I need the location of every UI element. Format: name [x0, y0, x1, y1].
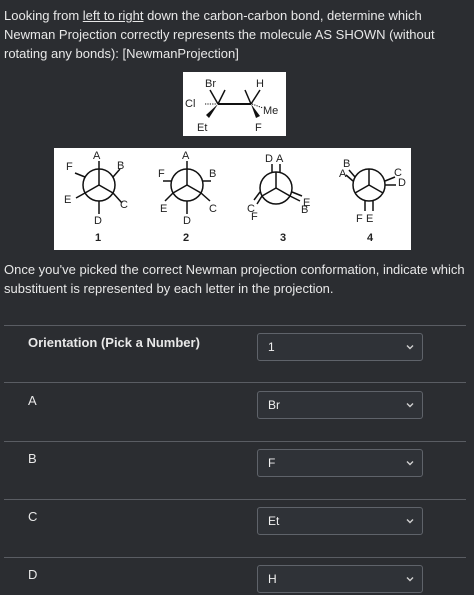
atom-me: Me [263, 105, 278, 117]
proj3-label-a: A [276, 153, 284, 165]
select-d-value: H [268, 572, 277, 586]
divider [4, 441, 466, 442]
proj4-label-f: F [356, 213, 363, 225]
proj2-label-c: C [209, 203, 217, 215]
proj2-label-b: B [209, 168, 216, 180]
question-figure: Br H Cl Et Me F A B C D E F 1 A B C D E … [54, 68, 411, 250]
select-c-value: Et [268, 514, 280, 528]
divider [4, 499, 466, 500]
proj4-label-e: E [366, 213, 373, 225]
divider [4, 325, 466, 326]
question-underlined-text: left to right [82, 8, 144, 23]
atom-f: F [255, 122, 262, 134]
newman-projection-3: D A E B C F 3 [247, 153, 310, 244]
newman-projection-2: A B C D E F 2 [158, 150, 217, 244]
proj2-label-f: F [158, 168, 165, 180]
proj3-label-f: F [251, 211, 258, 223]
proj4-label-d: D [398, 177, 406, 189]
row-label-a: A [28, 393, 37, 408]
proj2-number: 2 [183, 232, 189, 244]
proj1-label-b: B [117, 160, 124, 172]
newman-projection-1: A B C D E F 1 [64, 150, 128, 244]
row-label-c: C [28, 509, 38, 524]
chevron-down-icon [406, 461, 414, 466]
row-label-b: B [28, 451, 37, 466]
proj1-label-e: E [64, 194, 71, 206]
divider [4, 382, 466, 383]
molecule-structure: Br H Cl Et Me F [183, 72, 286, 136]
select-a[interactable]: Br [257, 391, 423, 419]
atom-h: H [256, 78, 264, 90]
select-a-value: Br [268, 398, 280, 412]
atom-et: Et [197, 122, 207, 134]
select-d[interactable]: H [257, 565, 423, 593]
newman-projection-4: B A C D F E 4 [339, 158, 406, 244]
chevron-down-icon [406, 577, 414, 582]
proj1-label-a: A [93, 150, 101, 162]
proj1-label-c: C [120, 199, 128, 211]
orientation-select[interactable]: 1 [257, 333, 423, 361]
question-text: Looking from left to right down the carb… [4, 6, 466, 63]
proj4-label-a: A [339, 168, 347, 180]
divider [4, 557, 466, 558]
select-c[interactable]: Et [257, 507, 423, 535]
proj1-label-d: D [94, 215, 102, 227]
proj4-number: 4 [367, 232, 374, 244]
proj1-number: 1 [95, 232, 101, 244]
row-label-d: D [28, 567, 38, 582]
select-b-value: F [268, 456, 276, 470]
select-b[interactable]: F [257, 449, 423, 477]
orientation-select-value: 1 [268, 340, 275, 354]
proj3-number: 3 [280, 232, 286, 244]
chevron-down-icon [406, 519, 414, 524]
chevron-down-icon [406, 403, 414, 408]
orientation-label: Orientation (Pick a Number) [28, 335, 200, 350]
proj2-label-a: A [182, 150, 190, 162]
atom-br: Br [205, 78, 216, 90]
chevron-down-icon [406, 345, 414, 350]
proj3-label-d: D [265, 153, 273, 165]
proj1-label-f: F [66, 161, 73, 173]
proj3-label-b: B [301, 204, 308, 216]
atom-cl: Cl [185, 98, 195, 110]
question-text-part1: Looking from [4, 8, 83, 23]
instruction-text: Once you've picked the correct Newman pr… [4, 262, 465, 296]
proj2-label-e: E [160, 203, 167, 215]
proj2-label-d: D [183, 215, 191, 227]
newman-projections-panel: A B C D E F 1 A B C D E F 2 D A E B C F … [54, 148, 411, 250]
